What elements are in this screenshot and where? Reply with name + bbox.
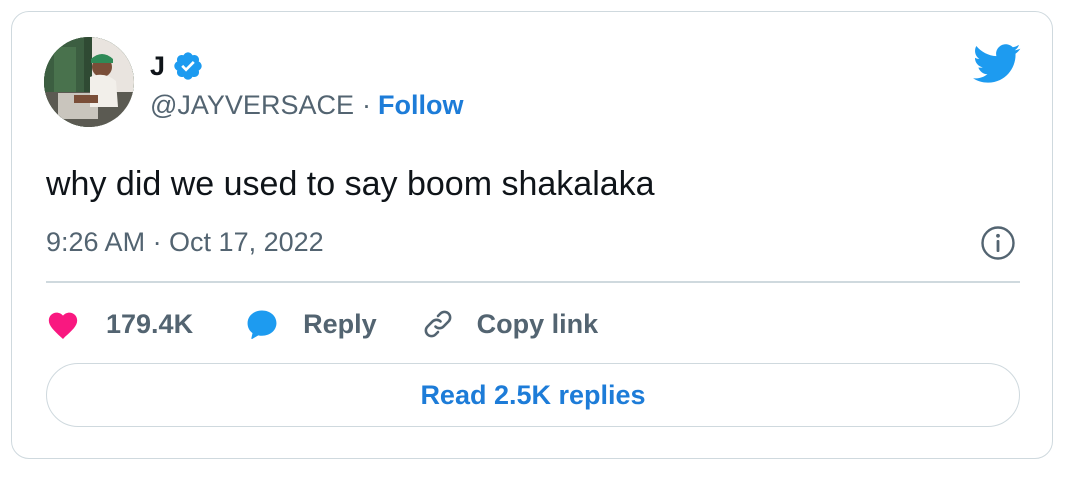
- tweet-card: J @JAYVERSACE · Follow why did we used t…: [11, 11, 1053, 459]
- avatar[interactable]: [44, 37, 134, 127]
- author-display-name[interactable]: J: [150, 50, 165, 82]
- author-name-row: J: [150, 50, 204, 82]
- twitter-bird-icon[interactable]: [973, 44, 1021, 84]
- verified-badge-icon: [172, 50, 204, 82]
- info-icon[interactable]: [980, 225, 1016, 261]
- author-handle[interactable]: @JAYVERSACE: [150, 88, 354, 122]
- copy-link-button[interactable]: Copy link: [421, 302, 599, 346]
- copy-link-label: Copy link: [476, 309, 599, 339]
- action-bar: 179.4K Reply Copy link: [46, 302, 598, 346]
- avatar-photo: [44, 37, 134, 127]
- like-count: 179.4K: [106, 309, 194, 339]
- tweet-text: why did we used to say boom shakalaka: [46, 165, 655, 203]
- heart-icon: [46, 308, 80, 340]
- read-replies-button[interactable]: Read 2.5K replies: [46, 363, 1020, 427]
- separator-dot: ·: [361, 90, 371, 120]
- link-icon: [421, 307, 455, 341]
- reply-label: Reply: [303, 309, 377, 339]
- tweet-timestamp[interactable]: 9:26 AM · Oct 17, 2022: [46, 224, 324, 260]
- reply-button[interactable]: Reply: [245, 302, 377, 346]
- divider: [46, 281, 1020, 283]
- follow-button[interactable]: Follow: [378, 88, 463, 122]
- like-button[interactable]: 179.4K: [46, 302, 193, 346]
- speech-bubble-icon: [245, 307, 279, 341]
- author-handle-row: @JAYVERSACE · Follow: [150, 88, 463, 122]
